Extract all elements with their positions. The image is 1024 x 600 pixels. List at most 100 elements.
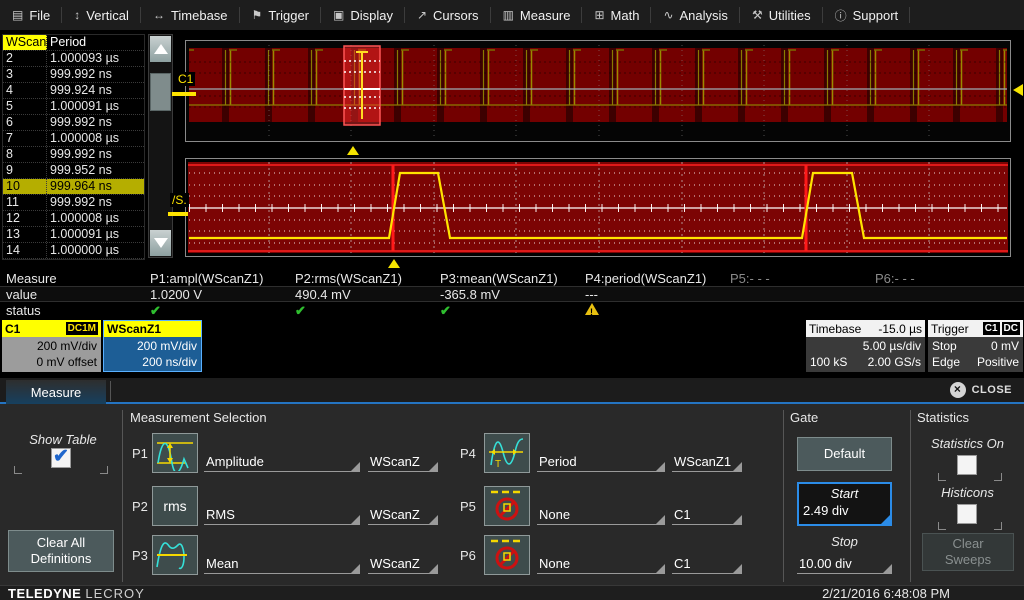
p4-type-dropdown[interactable]: Period xyxy=(537,446,665,472)
menu-item-analysis[interactable]: ∿Analysis xyxy=(651,0,739,30)
table-row[interactable]: 6999.992 ns xyxy=(3,115,144,131)
table-header-row: WScan Period xyxy=(3,35,144,51)
table-row[interactable]: 131.000091 µs xyxy=(3,227,144,243)
utilities-icon: ⚒ xyxy=(752,8,763,22)
menu-item-file[interactable]: ▤File xyxy=(0,0,62,30)
p3-header[interactable]: P3:mean(WScanZ1) xyxy=(440,271,585,286)
check-icon: ✔ xyxy=(150,303,161,318)
p1-icon-button[interactable] xyxy=(152,433,198,473)
p2-header[interactable]: P2:rms(WScanZ1) xyxy=(295,271,440,286)
p2-icon-button[interactable]: rms xyxy=(152,486,198,526)
table-row[interactable]: 21.000093 µs xyxy=(3,51,144,67)
p6-icon-button[interactable] xyxy=(484,535,530,575)
scroll-up-button[interactable] xyxy=(150,36,171,62)
focus-corners xyxy=(938,500,1002,530)
menu-item-trigger[interactable]: ⚑Trigger xyxy=(240,0,321,30)
p5-source-dropdown[interactable]: C1 xyxy=(672,499,742,525)
status-row-label: status xyxy=(0,303,150,318)
table-scrollbar[interactable] xyxy=(148,34,173,258)
p4-status: ! xyxy=(585,303,730,318)
scrollbar-thumb[interactable] xyxy=(150,73,171,111)
p4-source-dropdown[interactable]: WScanZ1 xyxy=(672,446,742,472)
p2-type-dropdown[interactable]: RMS xyxy=(204,499,360,525)
table-row[interactable]: 121.000008 µs xyxy=(3,211,144,227)
dropdown-corner-icon xyxy=(733,515,742,524)
p6-type-dropdown[interactable]: None xyxy=(537,548,665,574)
wscanz1-descriptor-box[interactable]: WScanZ1 200 mV/div 200 ns/div xyxy=(103,320,202,372)
table-row[interactable]: 71.000008 µs xyxy=(3,131,144,147)
measure-row-label: Measure xyxy=(0,271,150,286)
table-row[interactable]: 141.000000 µs xyxy=(3,243,144,259)
p4-value: --- xyxy=(585,287,730,302)
table-row[interactable]: 51.000091 µs xyxy=(3,99,144,115)
menu-item-utilities[interactable]: ⚒ Utilities xyxy=(740,0,823,30)
wscanz1-title: WScanZ1 xyxy=(107,321,161,337)
p4-icon-button[interactable]: T xyxy=(484,433,530,473)
p1-source-dropdown[interactable]: WScanZ xyxy=(368,446,438,472)
trigger-descriptor-box[interactable]: TriggerC1DC Stop0 mV EdgePositive xyxy=(928,320,1023,372)
timebase-scale: 5.00 µs/div xyxy=(810,338,921,354)
p1-type-dropdown[interactable]: Amplitude xyxy=(204,446,360,472)
dropdown-corner-icon xyxy=(351,462,360,471)
gate-stop-dropdown[interactable]: 10.00 div xyxy=(797,548,892,574)
menu-item-measure[interactable]: ▥Measure xyxy=(491,0,583,30)
menu-item-vertical[interactable]: ↕Vertical xyxy=(62,0,141,30)
p1-header[interactable]: P1:ampl(WScanZ1) xyxy=(150,271,295,286)
menu-item-label: Utilities xyxy=(769,8,811,23)
p6-header[interactable]: P6:- - - xyxy=(875,271,1024,286)
period-column-header[interactable]: Period xyxy=(47,35,144,50)
p4-header[interactable]: P4:period(WScanZ1) xyxy=(585,271,730,286)
trigger-source-badge: C1 xyxy=(983,322,1000,335)
none-icon xyxy=(487,537,527,573)
table-row[interactable]: 3999.992 ns xyxy=(3,67,144,83)
value-row-label: value xyxy=(0,287,150,302)
menu-item-math[interactable]: ⊞Math xyxy=(582,0,651,30)
wscan-column-header[interactable]: WScan xyxy=(3,35,47,50)
p5-type-dropdown[interactable]: None xyxy=(537,499,665,525)
section-divider xyxy=(122,410,123,582)
p1-label: P1 xyxy=(132,446,148,461)
p2-label: P2 xyxy=(132,499,148,514)
close-icon: × xyxy=(950,382,966,398)
p5-header[interactable]: P5:- - - xyxy=(730,271,875,286)
menu-item-support[interactable]: ⓘSupport xyxy=(823,0,911,30)
none-icon xyxy=(487,488,527,524)
focus-corners xyxy=(938,451,1002,481)
start-value: 2.49 div xyxy=(803,503,890,518)
table-row-selected[interactable]: 10999.964 ns xyxy=(3,179,144,195)
trigger-level-marker[interactable] xyxy=(1013,84,1023,96)
gate-default-button[interactable]: Default xyxy=(797,437,892,471)
p3-value: -365.8 mV xyxy=(440,287,585,302)
dropdown-corner-icon xyxy=(733,564,742,573)
timebase-descriptor-box[interactable]: Timebase-15.0 µs 5.00 µs/div 100 kS2.00 … xyxy=(806,320,925,372)
clear-sweeps-button[interactable]: Clear Sweeps xyxy=(922,533,1014,571)
waveform-grid-zoom[interactable] xyxy=(185,158,1011,257)
p3-type-dropdown[interactable]: Mean xyxy=(204,548,360,574)
clear-all-definitions-button[interactable]: Clear All Definitions xyxy=(8,530,114,572)
menu-item-label: Support xyxy=(853,8,899,23)
p5-icon-button[interactable] xyxy=(484,486,530,526)
menu-item-timebase[interactable]: ↔Timebase xyxy=(141,0,240,30)
table-row[interactable]: 8999.992 ns xyxy=(3,147,144,163)
gate-start-input[interactable]: Start 2.49 div xyxy=(797,482,892,526)
waveform-grid-overview[interactable] xyxy=(185,40,1011,142)
p2-source-dropdown[interactable]: WScanZ xyxy=(368,499,438,525)
table-row[interactable]: 11999.992 ns xyxy=(3,195,144,211)
table-row[interactable]: 9999.952 ns xyxy=(3,163,144,179)
c1-descriptor-box[interactable]: C1DC1M 200 mV/div 0 mV offset xyxy=(2,320,101,372)
tab-measure[interactable]: Measure xyxy=(6,380,106,404)
coupling-badge: DC1M xyxy=(66,322,98,335)
trigger-coupling-badge: DC xyxy=(1002,322,1020,335)
trigger-position-marker-bottom[interactable] xyxy=(388,259,400,268)
table-row[interactable]: 4999.924 ns xyxy=(3,83,144,99)
scroll-down-button[interactable] xyxy=(150,230,171,256)
p3-source-dropdown[interactable]: WScanZ xyxy=(368,548,438,574)
zoom-trace-label[interactable]: /S. xyxy=(170,193,189,207)
menu-item-cursors[interactable]: ↗Cursors xyxy=(405,0,491,30)
p3-icon-button[interactable] xyxy=(152,535,198,575)
close-button[interactable]: × CLOSE xyxy=(950,382,1012,398)
menu-item-display[interactable]: ▣Display xyxy=(321,0,405,30)
p6-source-dropdown[interactable]: C1 xyxy=(672,548,742,574)
channel-c1-trace-label[interactable]: C1 xyxy=(176,72,195,86)
trigger-position-marker-top[interactable] xyxy=(347,146,359,155)
